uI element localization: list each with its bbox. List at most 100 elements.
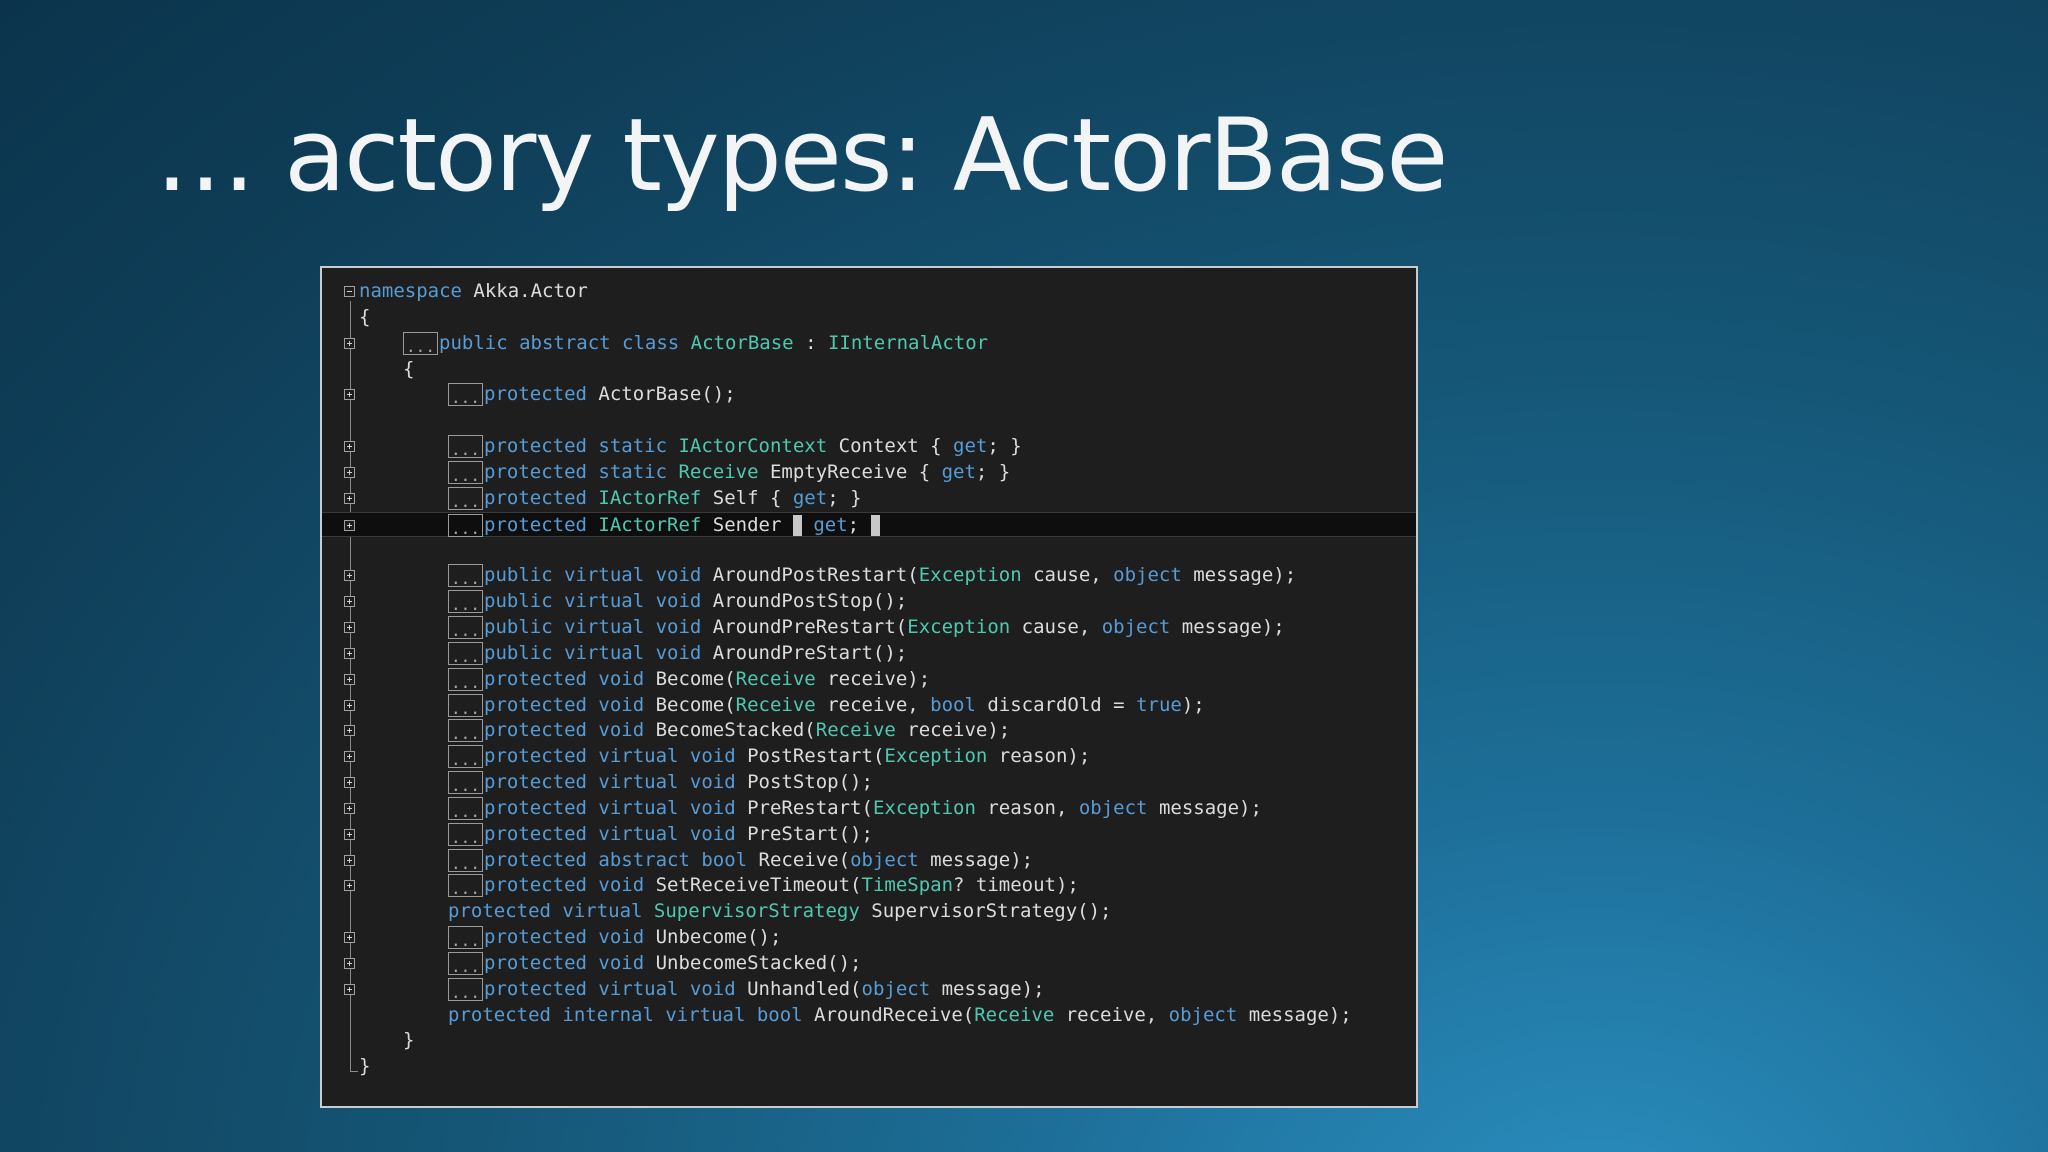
collapsed-region-marker[interactable]: ...: [448, 460, 483, 485]
expand-icon[interactable]: [344, 828, 355, 840]
code-token: ? timeout);: [953, 874, 1079, 897]
expand-icon[interactable]: [344, 466, 355, 478]
expand-icon[interactable]: [344, 492, 355, 504]
collapsed-region-marker[interactable]: ...: [448, 719, 483, 743]
collapsed-region-marker[interactable]: ...: [448, 693, 483, 718]
collapsed-region-marker[interactable]: ...: [448, 435, 483, 459]
code-line[interactable]: ... public virtual void AroundPostStop();: [322, 589, 1416, 615]
code-text: ... protected void BecomeStacked(Receive …: [448, 718, 1010, 744]
collapsed-region-marker[interactable]: ...: [448, 848, 483, 873]
expand-icon[interactable]: [344, 751, 355, 763]
code-line[interactable]: ... public virtual void AroundPostRestart…: [322, 563, 1416, 589]
collapsed-region-marker[interactable]: ...: [448, 951, 483, 976]
code-keyword: get: [941, 460, 976, 483]
code-line[interactable]: protected virtual SupervisorStrategy Sup…: [322, 899, 1416, 925]
code-line[interactable]: ... protected IActorRef Self { get; }: [322, 486, 1416, 512]
expand-icon[interactable]: [344, 673, 355, 685]
collapsed-region-marker[interactable]: ...: [448, 822, 483, 847]
expand-icon[interactable]: [344, 519, 355, 531]
slide-title: … actory types: ActorBase: [155, 96, 1448, 214]
expand-icon[interactable]: [344, 802, 355, 814]
code-keyword: get: [953, 435, 988, 458]
collapsed-region-marker[interactable]: ...: [448, 771, 483, 795]
code-line[interactable]: ... protected void UnbecomeStacked();: [322, 951, 1416, 977]
code-text: ... protected static IActorContext Contex…: [448, 434, 1022, 460]
code-token: PostStop();: [735, 771, 873, 794]
code-line[interactable]: {: [322, 305, 1416, 331]
expand-icon[interactable]: [344, 570, 355, 582]
expand-icon[interactable]: [344, 777, 355, 789]
code-line[interactable]: }: [322, 1054, 1416, 1080]
collapsed-region-marker[interactable]: ...: [448, 745, 483, 769]
code-line[interactable]: ... protected virtual void PostRestart(Ex…: [322, 744, 1416, 770]
code-line[interactable]: [322, 537, 1416, 563]
code-type: IActorRef: [598, 513, 702, 536]
expand-icon[interactable]: [344, 699, 355, 711]
expand-icon[interactable]: [344, 596, 355, 608]
collapsed-region-marker[interactable]: ...: [448, 641, 483, 666]
collapsed-region-marker[interactable]: ...: [448, 513, 483, 538]
expand-icon[interactable]: [344, 983, 355, 995]
collapsed-region-marker[interactable]: ...: [448, 796, 483, 821]
code-line[interactable]: ... protected virtual void PreRestart(Exc…: [322, 796, 1416, 822]
code-token: PostRestart(: [735, 745, 885, 768]
code-token: PreStart();: [735, 822, 873, 845]
expand-icon[interactable]: [344, 389, 355, 401]
code-line[interactable]: ... protected virtual void Unhandled(obje…: [322, 977, 1416, 1003]
code-line[interactable]: ... protected void BecomeStacked(Receive …: [322, 718, 1416, 744]
code-text: ... protected void Become(Receive receive…: [448, 693, 1205, 719]
code-token: SetReceiveTimeout(: [644, 874, 862, 897]
code-text: protected internal virtual bool AroundRe…: [448, 1003, 1352, 1029]
code-text: ... protected IActorRef Sender get;: [448, 513, 880, 539]
code-text: ... protected virtual void PostStop();: [448, 770, 873, 796]
expand-icon[interactable]: [344, 647, 355, 659]
code-keyword: protected internal virtual bool: [448, 1003, 803, 1026]
collapsed-region-marker[interactable]: ...: [448, 926, 483, 950]
code-line[interactable]: ... protected void Unbecome();: [322, 925, 1416, 951]
code-keyword: public virtual void: [484, 564, 702, 587]
collapsed-region-marker[interactable]: ...: [448, 977, 483, 1002]
code-line[interactable]: namespace Akka.Actor: [322, 279, 1416, 305]
code-line[interactable]: ... protected void Become(Receive receive…: [322, 667, 1416, 693]
code-line[interactable]: ... protected static Receive EmptyReceive…: [322, 460, 1416, 486]
code-lines: namespace Akka.Actor{... public abstract …: [322, 279, 1416, 1080]
code-line[interactable]: ... public virtual void AroundPreStart();: [322, 641, 1416, 667]
expand-icon[interactable]: [344, 337, 355, 349]
code-token: message);: [1181, 564, 1297, 587]
code-line[interactable]: ... protected abstract bool Receive(objec…: [322, 848, 1416, 874]
code-line[interactable]: ... protected virtual void PostStop();: [322, 770, 1416, 796]
code-token: receive);: [895, 719, 1011, 742]
code-token: Become(: [644, 693, 736, 716]
code-line[interactable]: [322, 408, 1416, 434]
collapsed-region-marker[interactable]: ...: [403, 331, 438, 356]
expand-icon[interactable]: [344, 854, 355, 866]
code-line[interactable]: ... protected virtual void PreStart();: [322, 822, 1416, 848]
collapsed-region-marker[interactable]: ...: [448, 590, 483, 614]
code-line[interactable]: ... protected IActorRef Sender get;: [322, 511, 1416, 539]
collapsed-region-marker[interactable]: ...: [448, 564, 483, 588]
code-line[interactable]: ... protected static IActorContext Contex…: [322, 434, 1416, 460]
collapsed-region-marker[interactable]: ...: [448, 383, 483, 407]
expand-icon[interactable]: [344, 957, 355, 969]
code-type: Receive: [735, 693, 816, 716]
expand-icon[interactable]: [344, 880, 355, 892]
expand-icon[interactable]: [344, 932, 355, 944]
code-token: AroundReceive(: [802, 1003, 975, 1026]
collapsed-region-marker[interactable]: ...: [448, 874, 483, 898]
code-line[interactable]: protected internal virtual bool AroundRe…: [322, 1003, 1416, 1029]
collapse-icon[interactable]: [344, 286, 355, 297]
code-token: ; }: [827, 486, 862, 509]
code-line[interactable]: ... public virtual void AroundPreRestart(…: [322, 615, 1416, 641]
collapsed-region-marker[interactable]: ...: [448, 486, 483, 511]
code-line[interactable]: }: [322, 1028, 1416, 1054]
code-line[interactable]: ... public abstract class ActorBase : IIn…: [322, 331, 1416, 357]
code-line[interactable]: ... protected void Become(Receive receive…: [322, 693, 1416, 719]
code-line[interactable]: ... protected void SetReceiveTimeout(Time…: [322, 873, 1416, 899]
code-line[interactable]: ... protected ActorBase();: [322, 382, 1416, 408]
expand-icon[interactable]: [344, 621, 355, 633]
collapsed-region-marker[interactable]: ...: [448, 667, 483, 692]
expand-icon[interactable]: [344, 725, 355, 737]
expand-icon[interactable]: [344, 441, 355, 453]
code-line[interactable]: {: [322, 357, 1416, 383]
collapsed-region-marker[interactable]: ...: [448, 615, 483, 640]
